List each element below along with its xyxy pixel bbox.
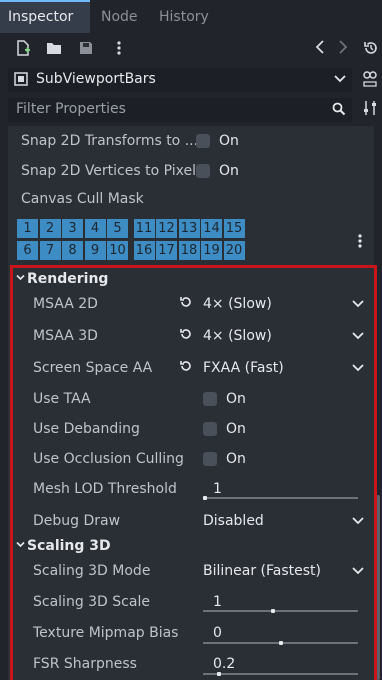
- cull-mask-bit[interactable]: 17: [156, 241, 177, 260]
- inspector-settings-icon[interactable]: [360, 100, 380, 120]
- prop-label-snap-vertices: Snap 2D Vertices to Pixel: [21, 163, 196, 179]
- dock-tabbar: Inspector Node History: [0, 0, 382, 33]
- tab-history[interactable]: History: [151, 0, 217, 33]
- subviewport-icon: [14, 72, 28, 90]
- cull-mask-bit[interactable]: 4: [84, 219, 106, 238]
- new-resource-icon[interactable]: [14, 40, 32, 58]
- filter-placeholder: Filter Properties: [16, 101, 126, 117]
- cull-mask-bit[interactable]: 9: [84, 241, 106, 260]
- cull-mask-bit[interactable]: 14: [201, 219, 222, 238]
- object-selector[interactable]: SubViewportBars: [8, 68, 352, 92]
- cull-mask-bit[interactable]: 5: [107, 219, 128, 238]
- cull-mask-bit[interactable]: 15: [223, 219, 245, 238]
- cull-mask-bit[interactable]: 20: [223, 241, 245, 260]
- snap-vertices-checkbox[interactable]: [196, 164, 210, 178]
- cull-mask-bit[interactable]: 12: [156, 219, 177, 238]
- inspector-toolbar: [0, 36, 382, 64]
- prop-label-snap-transforms: Snap 2D Transforms to ...: [21, 133, 199, 149]
- object-name: SubViewportBars: [36, 71, 156, 87]
- more-vertical-icon[interactable]: [110, 40, 128, 58]
- cull-mask-bit[interactable]: 2: [39, 219, 61, 238]
- snap-transforms-checkbox[interactable]: [196, 134, 210, 148]
- cull-mask-bit[interactable]: 3: [62, 219, 83, 238]
- chevron-down-icon: [334, 71, 346, 89]
- search-icon: [332, 102, 346, 120]
- filter-properties-input[interactable]: Filter Properties: [8, 98, 352, 122]
- tab-inspector[interactable]: Inspector: [0, 0, 90, 33]
- highlight-box: [10, 265, 377, 680]
- history-back-icon[interactable]: [311, 40, 329, 58]
- snap-transforms-value: On: [219, 133, 239, 149]
- cull-mask-bit[interactable]: 13: [178, 219, 200, 238]
- cull-mask-bit[interactable]: 16: [133, 241, 155, 260]
- cull-mask-bit[interactable]: 10: [107, 241, 128, 260]
- cull-mask-bit[interactable]: 11: [133, 219, 155, 238]
- cull-mask-bit[interactable]: 19: [201, 241, 222, 260]
- history-forward-icon[interactable]: [334, 40, 352, 58]
- cull-mask-bit[interactable]: 6: [17, 241, 38, 260]
- snap-vertices-value: On: [219, 163, 239, 179]
- prop-label-canvas-cull-mask: Canvas Cull Mask: [21, 191, 144, 207]
- open-folder-icon[interactable]: [45, 40, 63, 58]
- more-vertical-icon[interactable]: [357, 233, 363, 253]
- cull-mask-bit[interactable]: 1: [17, 219, 38, 238]
- tab-node[interactable]: Node: [93, 0, 146, 33]
- history-icon[interactable]: [362, 40, 380, 58]
- cull-mask-bit[interactable]: 7: [39, 241, 61, 260]
- cull-mask-bit[interactable]: 18: [178, 241, 200, 260]
- cull-mask-bit[interactable]: 8: [62, 241, 83, 260]
- object-history-icon[interactable]: [360, 70, 380, 90]
- save-icon[interactable]: [77, 40, 95, 58]
